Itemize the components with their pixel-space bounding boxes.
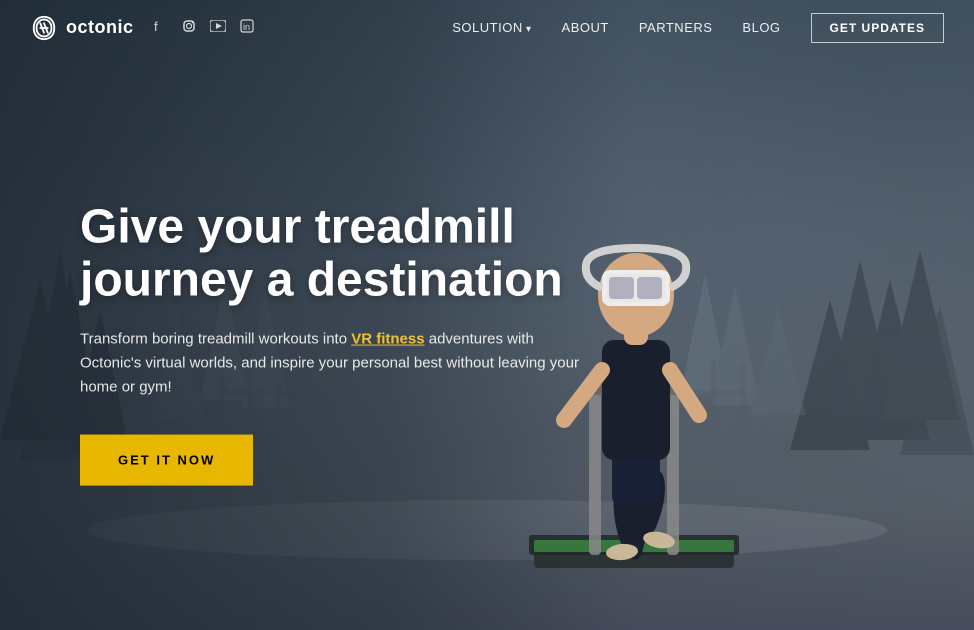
subtitle-start: Transform boring treadmill workouts into: [80, 330, 351, 347]
get-it-now-button[interactable]: GET IT NOW: [80, 434, 253, 485]
facebook-icon[interactable]: f: [154, 19, 168, 36]
nav-solution[interactable]: SOLUTION: [452, 20, 531, 35]
octonic-logo-icon: [30, 14, 58, 42]
hero-section: octonic f in SOLUTION ABOUT PARTNERS BLO…: [0, 0, 974, 630]
svg-text:f: f: [154, 19, 158, 33]
nav-partners[interactable]: PARTNERS: [639, 20, 713, 35]
navbar: octonic f in SOLUTION ABOUT PARTNERS BLO…: [0, 0, 974, 55]
nav-blog[interactable]: BLOG: [742, 20, 780, 35]
brand-name: octonic: [66, 17, 134, 38]
youtube-icon[interactable]: [210, 20, 226, 35]
nav-right: SOLUTION ABOUT PARTNERS BLOG GET UPDATES: [452, 13, 944, 43]
nav-about[interactable]: ABOUT: [562, 20, 609, 35]
hero-title: Give your treadmill journey a destinatio…: [80, 202, 640, 308]
nav-logo[interactable]: octonic: [30, 14, 134, 42]
instagram-icon[interactable]: [182, 19, 196, 36]
linkedin-icon[interactable]: in: [240, 19, 254, 36]
social-links: f in: [154, 19, 254, 36]
svg-text:in: in: [243, 22, 250, 32]
subtitle-highlight: VR fitness: [351, 330, 424, 347]
get-updates-button[interactable]: GET UPDATES: [811, 13, 944, 43]
hero-content: Give your treadmill journey a destinatio…: [80, 202, 640, 486]
hero-subtitle: Transform boring treadmill workouts into…: [80, 327, 580, 399]
